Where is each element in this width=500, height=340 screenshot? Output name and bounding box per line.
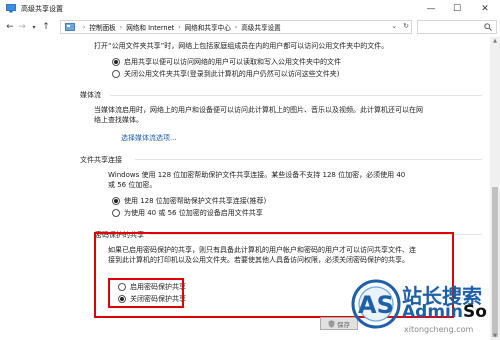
encryption-128-option[interactable]: 使用 128 位加密帮助保护文件共享连接(推荐) [112,196,266,206]
recent-locations-icon[interactable]: ▾ [28,24,40,31]
shield-icon [328,319,335,328]
network-settings-icon [6,4,16,13]
navigation-bar: ← → ▾ ↑ › 控制面板 › 网络和 Internet › 网络和共享中心 … [0,17,500,37]
public-folder-enable-option[interactable]: 启用共享以便可以访问网络的用户可以读取和写入公用文件夹中的文件 [112,57,341,67]
site-watermark: AS 站长搜索 AdminSo xitongcheng.com [348,270,498,340]
section-divider [135,159,482,160]
highlight-box [108,278,184,308]
scroll-up-icon[interactable]: ▲ [490,37,500,45]
file-sharing-description: Windows 使用 128 位加密帮助保护文件共享连接。某些设备不支持 128… [108,171,406,189]
title-bar: 高级共享设置 — ☐ ✕ [0,0,500,17]
breadcrumb-separator-icon: › [178,23,181,31]
section-divider [110,95,482,96]
minimize-button[interactable]: — [418,0,444,17]
media-streaming-description: 当媒体流启用时，网络上的用户和设备便可以访问此计算机上的图片、音乐以及视频。此计… [94,106,423,124]
breadcrumb-network-sharing-center[interactable]: 网络和共享中心 [185,22,231,32]
refresh-icon[interactable]: ↻ [403,22,409,30]
breadcrumb-advanced-sharing[interactable]: 高级共享设置 [241,22,281,32]
window-title: 高级共享设置 [21,4,63,13]
breadcrumb-network-internet[interactable]: 网络和 Internet [126,22,174,32]
address-dropdown-icon[interactable]: ⌄ [391,22,397,30]
media-streaming-options-link[interactable]: 选择媒体流选项... [121,133,177,143]
watermark-url: xitongcheng.com [404,325,474,334]
public-folder-description: 打开“公用文件夹共享”时，网络上包括家庭组成员在内的用户都可以访问公用文件夹中的… [94,42,389,50]
breadcrumb-separator-icon: › [83,23,86,31]
radio-button[interactable] [112,58,120,66]
encryption-40-56-option[interactable]: 为使用 40 或 56 位加密的设备启用文件共享 [112,208,263,218]
forward-button[interactable]: → [16,22,28,32]
search-icon [484,23,492,31]
breadcrumb-separator-icon: › [119,23,123,31]
public-folder-disable-option[interactable]: 关闭公用文件夹共享(登录到此计算机的用户仍然可以访问这些文件夹) [112,69,339,79]
breadcrumb-control-panel[interactable]: 控制面板 [89,22,115,32]
breadcrumb-separator-icon: › [234,23,238,31]
close-button[interactable]: ✕ [470,0,500,17]
search-input[interactable] [417,20,497,34]
radio-button[interactable] [112,209,120,217]
maximize-button[interactable]: ☐ [444,0,470,17]
back-button[interactable]: ← [4,22,16,32]
adminso-logo-icon: AS [351,279,401,329]
up-button[interactable]: ↑ [40,22,52,32]
control-panel-icon [65,23,75,31]
watermark-brand: AdminSo [402,302,487,322]
radio-button[interactable] [112,70,120,78]
svg-text:AS: AS [358,291,394,319]
radio-button[interactable] [112,197,120,205]
file-sharing-heading: 文件共享连接 [80,156,122,164]
media-streaming-heading: 媒体流 [80,91,101,99]
address-bar[interactable]: › 控制面板 › 网络和 Internet › 网络和共享中心 › 高级共享设置… [60,20,412,34]
